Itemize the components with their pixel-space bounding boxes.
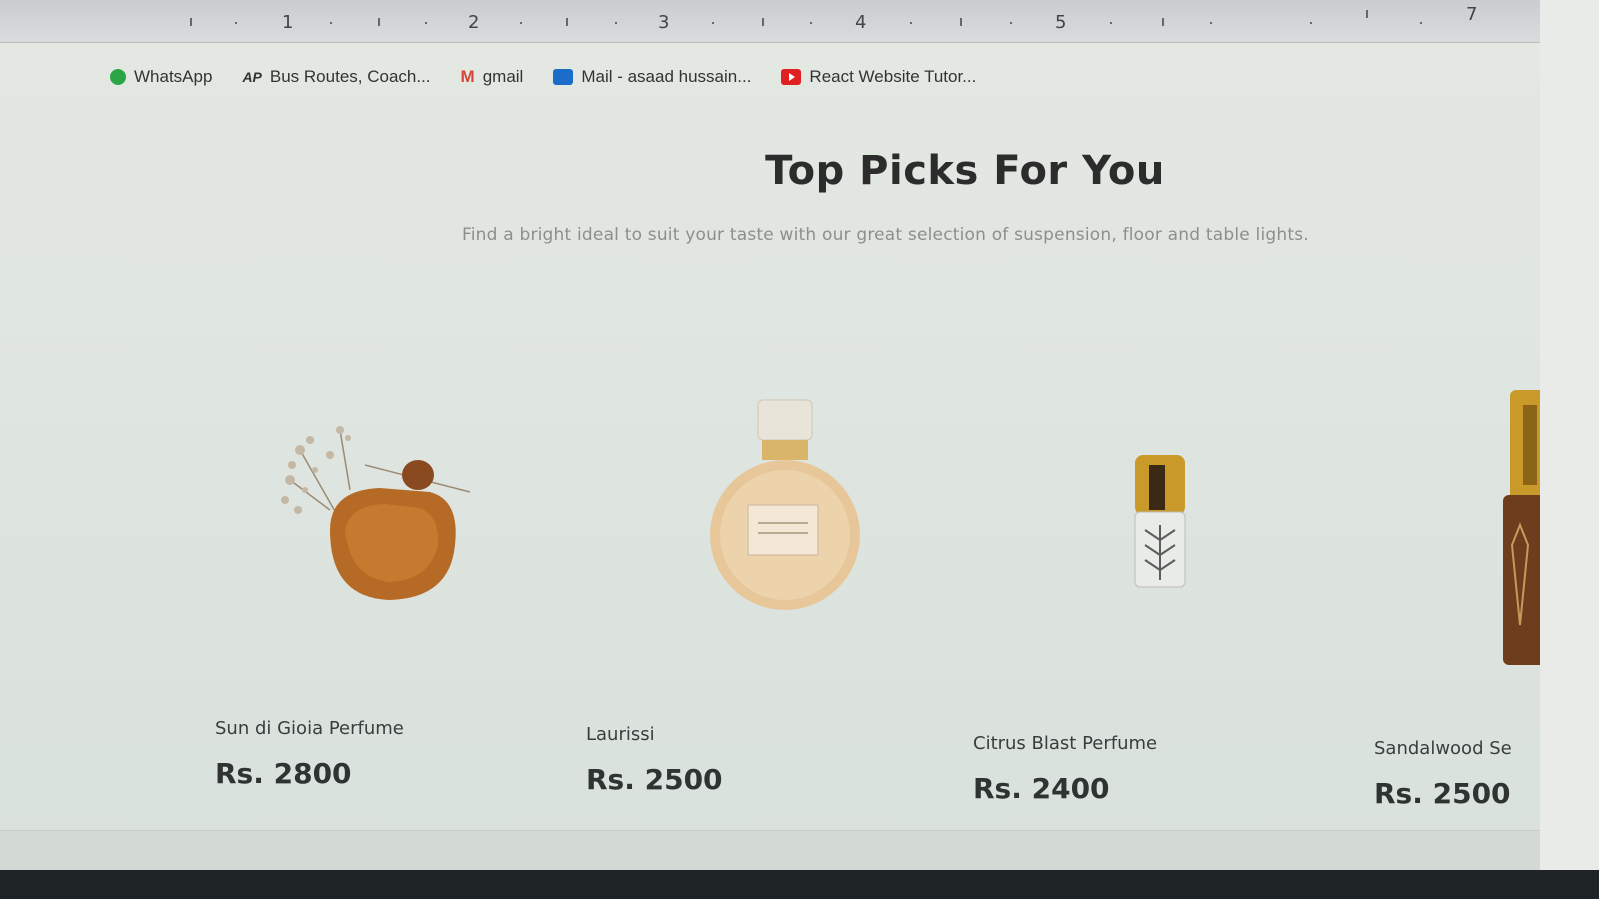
outlook-icon bbox=[553, 69, 574, 85]
screen-bezel-right bbox=[1540, 0, 1599, 899]
youtube-icon bbox=[781, 69, 802, 85]
whatsapp-icon bbox=[110, 69, 126, 85]
bookmark-gmail[interactable]: M gmail bbox=[461, 67, 524, 87]
product-image-citrus-blast[interactable] bbox=[1125, 450, 1195, 595]
product-card[interactable]: Citrus Blast Perfume Rs. 2400 bbox=[973, 733, 1157, 805]
ruler-tick bbox=[1162, 18, 1164, 26]
product-name[interactable]: Sandalwood Se bbox=[1374, 738, 1540, 759]
ruler-tick bbox=[1366, 10, 1368, 18]
ruler-number: 4 bbox=[855, 12, 867, 33]
ruler-tick bbox=[566, 18, 568, 26]
product-card[interactable]: Sun di Gioia Perfume Rs. 2800 bbox=[215, 718, 404, 790]
ap-logo-icon: AP bbox=[242, 69, 262, 85]
bookmark-bus-routes[interactable]: AP Bus Routes, Coach... bbox=[242, 67, 430, 87]
product-image-sun-di-gioia[interactable] bbox=[270, 420, 490, 610]
bookmark-label: React Website Tutor... bbox=[809, 67, 977, 86]
section-subtitle: Find a bright ideal to suit your taste w… bbox=[462, 225, 1309, 245]
section-title: Top Picks For You bbox=[765, 148, 1165, 194]
bookmark-react-tutorial[interactable]: React Website Tutor... bbox=[781, 67, 976, 87]
gmail-icon: M bbox=[460, 67, 475, 86]
product-price: Rs. 2400 bbox=[973, 772, 1110, 805]
ruler-number: 1 bbox=[282, 12, 294, 33]
product-card[interactable]: Sandalwood Se Rs. 2500 bbox=[1374, 738, 1540, 810]
ruler-tick bbox=[762, 18, 764, 26]
ruler-tick bbox=[960, 18, 962, 26]
bookmark-label: gmail bbox=[482, 67, 524, 86]
product-price: Rs. 2800 bbox=[215, 757, 352, 790]
product-card[interactable]: Laurissi Rs. 2500 bbox=[586, 724, 723, 796]
ruler-number: 5 bbox=[1055, 12, 1067, 33]
product-price: Rs. 2500 bbox=[1374, 777, 1511, 810]
taskbar bbox=[0, 870, 1599, 899]
bookmark-label: Mail - asaad hussain... bbox=[581, 67, 752, 86]
ruler-number: 3 bbox=[658, 12, 670, 33]
product-name[interactable]: Sun di Gioia Perfume bbox=[215, 718, 404, 739]
product-name[interactable]: Citrus Blast Perfume bbox=[973, 733, 1157, 754]
bookmarks-bar: WhatsApp AP Bus Routes, Coach... M gmail… bbox=[110, 60, 976, 94]
ruler-number: 7 bbox=[1466, 4, 1478, 25]
product-image-laurissi[interactable] bbox=[700, 395, 870, 615]
page-bottom-edge bbox=[0, 830, 1560, 870]
bookmark-label: WhatsApp bbox=[134, 67, 213, 86]
browser-viewport: 1 2 3 4 5 7 WhatsApp AP Bus Routes, Coac… bbox=[0, 0, 1560, 870]
bookmark-mail[interactable]: Mail - asaad hussain... bbox=[553, 67, 751, 87]
ruler-tick bbox=[378, 18, 380, 26]
bookmark-label: Bus Routes, Coach... bbox=[269, 67, 431, 86]
document-ruler: 1 2 3 4 5 7 bbox=[0, 0, 1560, 43]
product-name[interactable]: Laurissi bbox=[586, 724, 723, 745]
bookmark-whatsapp[interactable]: WhatsApp bbox=[110, 67, 212, 87]
product-price: Rs. 2500 bbox=[586, 763, 723, 796]
ruler-tick bbox=[190, 18, 192, 26]
ruler-number: 2 bbox=[468, 12, 480, 33]
